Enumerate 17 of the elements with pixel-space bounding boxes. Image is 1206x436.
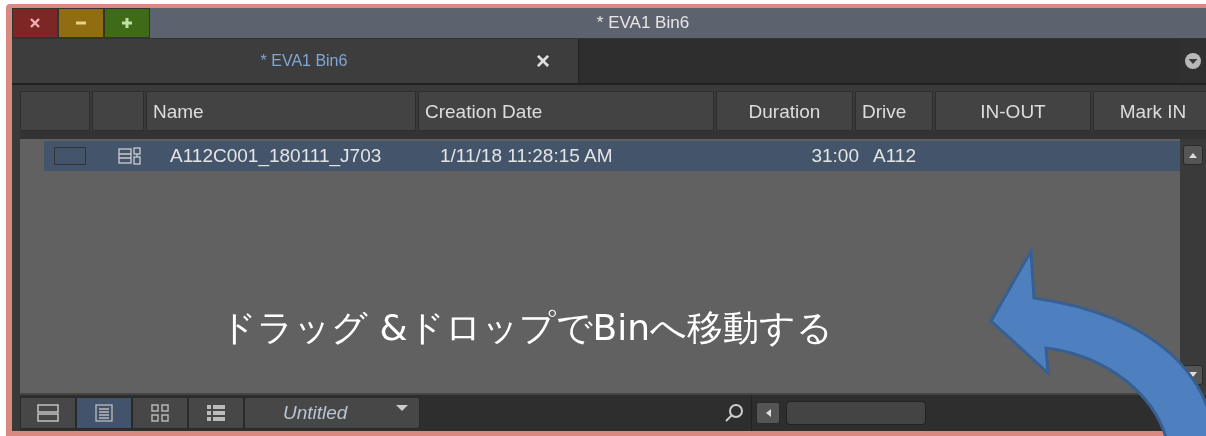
table-cell-text: 31:00: [810, 145, 860, 167]
table-cell-text: A112C001_180111_J703: [169, 145, 383, 167]
table-cell-text: 1/11/18 11:28:15 AM: [439, 145, 614, 167]
tab-label: * EVA1 Bin6: [259, 52, 349, 70]
bin-tab[interactable]: * EVA1 Bin6 ×: [12, 39, 579, 83]
annotation-text: ドラッグ &ドロップでBinへ移動する: [220, 306, 834, 350]
column-header[interactable]: Mark IN: [1093, 91, 1206, 131]
column-header[interactable]: IN-OUT: [935, 91, 1091, 131]
window-title: * EVA1 Bin6: [595, 12, 691, 34]
clip-row[interactable]: A112C001_180111_J703 1/11/18 11:28:15 AM 31:00 A112: [44, 141, 1180, 171]
bin-view-dropdown[interactable]: Untitled: [244, 397, 420, 429]
tab-close-button[interactable]: ×: [536, 47, 550, 75]
column-header[interactable]: Drive: [855, 91, 933, 131]
column-header[interactable]: Duration: [716, 91, 853, 131]
table-cell-text: A112: [872, 145, 917, 167]
column-header[interactable]: Name: [146, 91, 416, 131]
column-header[interactable]: Creation Date: [418, 91, 714, 131]
